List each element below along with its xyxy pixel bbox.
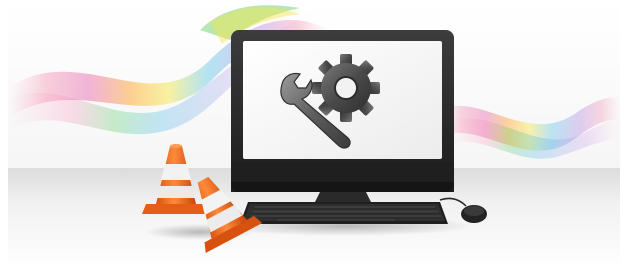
illustration-canvas	[0, 0, 628, 275]
keyboard-icon	[240, 202, 448, 224]
maintenance-illustration	[0, 0, 628, 275]
gear-icon	[312, 54, 380, 122]
